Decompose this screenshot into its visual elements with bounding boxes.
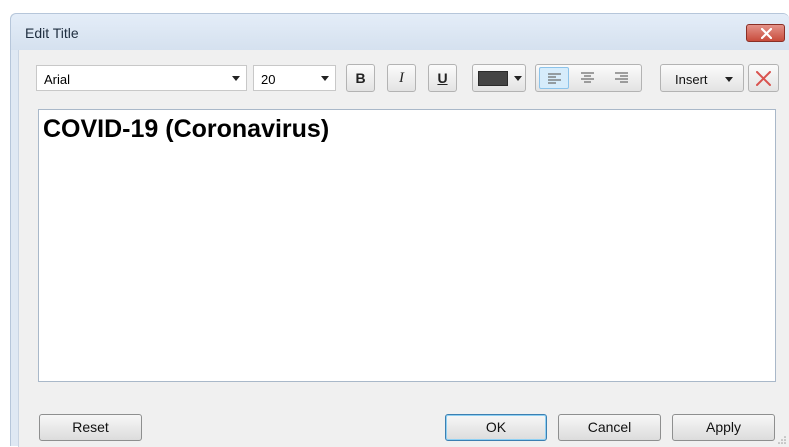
font-family-value: Arial [44,72,71,87]
chevron-down-icon [514,76,522,81]
title-text-content: COVID-19 (Coronavirus) [43,115,330,143]
underline-button[interactable]: U [428,64,457,92]
align-right-button[interactable] [607,67,637,89]
dialog-title: Edit Title [25,25,79,41]
align-left-icon [548,73,561,84]
alignment-group [535,64,642,92]
insert-dropdown-button[interactable]: Insert [660,64,744,92]
font-size-select[interactable]: 20 [253,65,336,91]
clear-x-icon [756,71,771,86]
close-button[interactable] [746,24,785,42]
insert-label: Insert [675,72,708,87]
cancel-button[interactable]: Cancel [558,414,661,441]
reset-button[interactable]: Reset [39,414,142,441]
italic-button[interactable]: I [387,64,416,92]
clear-formatting-button[interactable] [748,64,779,92]
align-right-icon [615,72,628,83]
chevron-down-icon [725,77,733,82]
dialog-body: Arial 20 B I U Insert COVID-19 (Coronavi… [18,50,789,447]
chevron-down-icon [232,76,240,81]
title-text-editor[interactable]: COVID-19 (Coronavirus) [38,109,776,382]
font-family-select[interactable]: Arial [36,65,247,91]
ok-button[interactable]: OK [445,414,547,441]
align-left-button[interactable] [539,67,569,89]
chevron-down-icon [321,76,329,81]
bold-button[interactable]: B [346,64,375,92]
color-swatch [478,71,508,86]
edit-title-dialog: Edit Title Arial 20 B I U Insert COVID-1… [10,13,789,447]
align-center-icon [581,72,594,83]
apply-button[interactable]: Apply [672,414,775,441]
font-size-value: 20 [261,72,276,87]
close-x-icon [761,28,772,39]
title-bar[interactable]: Edit Title [11,14,789,50]
text-color-picker[interactable] [472,64,526,92]
align-center-button[interactable] [573,67,603,89]
resize-grip-icon[interactable] [778,436,786,444]
